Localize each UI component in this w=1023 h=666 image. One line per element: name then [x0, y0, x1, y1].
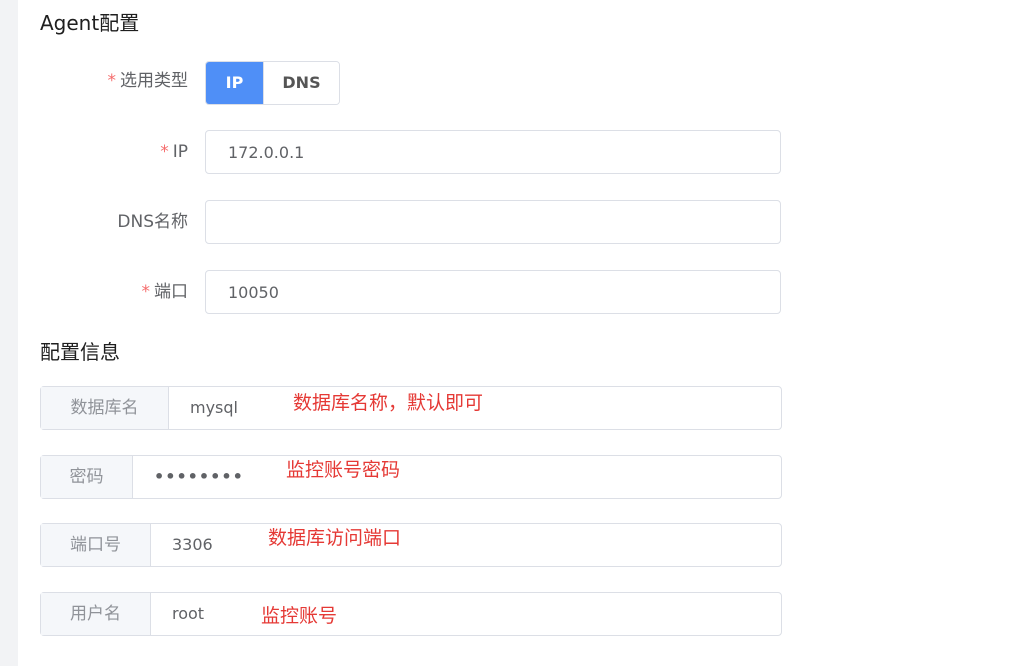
username-input-group[interactable]: 用户名 root: [40, 592, 782, 636]
username-value: root: [172, 604, 205, 623]
password-prepend-label: 密码: [41, 456, 133, 498]
password-value: ••••••••: [154, 467, 244, 486]
dbname-prepend-label: 数据库名: [41, 387, 169, 429]
port-input[interactable]: 10050: [205, 270, 781, 314]
port-label-text: 端口: [154, 282, 188, 302]
dbport-value: 3306: [172, 535, 213, 554]
required-mark: *: [141, 282, 151, 302]
dns-label: DNS名称: [117, 212, 188, 232]
required-mark: *: [107, 71, 117, 91]
dbname-annotation: 数据库名称，默认即可: [293, 392, 484, 414]
config-section-title: 配置信息: [40, 340, 120, 364]
type-option-dns[interactable]: DNS: [263, 62, 339, 104]
dns-input[interactable]: [205, 200, 781, 244]
dbport-input-group[interactable]: 端口号 3306: [40, 523, 782, 567]
port-label: * 端口: [142, 280, 189, 304]
ip-input[interactable]: 172.0.0.1: [205, 130, 781, 174]
type-option-ip[interactable]: IP: [206, 62, 263, 104]
ip-label: * IP: [160, 140, 188, 164]
dbport-annotation: 数据库访问端口: [268, 527, 402, 549]
required-mark: *: [160, 142, 169, 162]
agent-section-title: Agent配置: [40, 11, 140, 35]
port-input-value: 10050: [228, 283, 279, 302]
password-input-group[interactable]: 密码 ••••••••: [40, 455, 782, 499]
dbname-value: mysql: [190, 398, 238, 417]
type-label-text: 选用类型: [120, 71, 188, 91]
dbport-prepend-label: 端口号: [41, 524, 151, 566]
ip-label-text: IP: [172, 142, 188, 162]
type-radio-group: IP DNS: [205, 61, 340, 105]
username-prepend-label: 用户名: [41, 593, 151, 635]
password-annotation: 监控账号密码: [286, 459, 401, 481]
username-annotation: 监控账号: [261, 605, 338, 627]
ip-input-value: 172.0.0.1: [228, 143, 305, 162]
type-label: * 选用类型: [108, 69, 189, 93]
left-sidebar-edge: [0, 0, 18, 666]
